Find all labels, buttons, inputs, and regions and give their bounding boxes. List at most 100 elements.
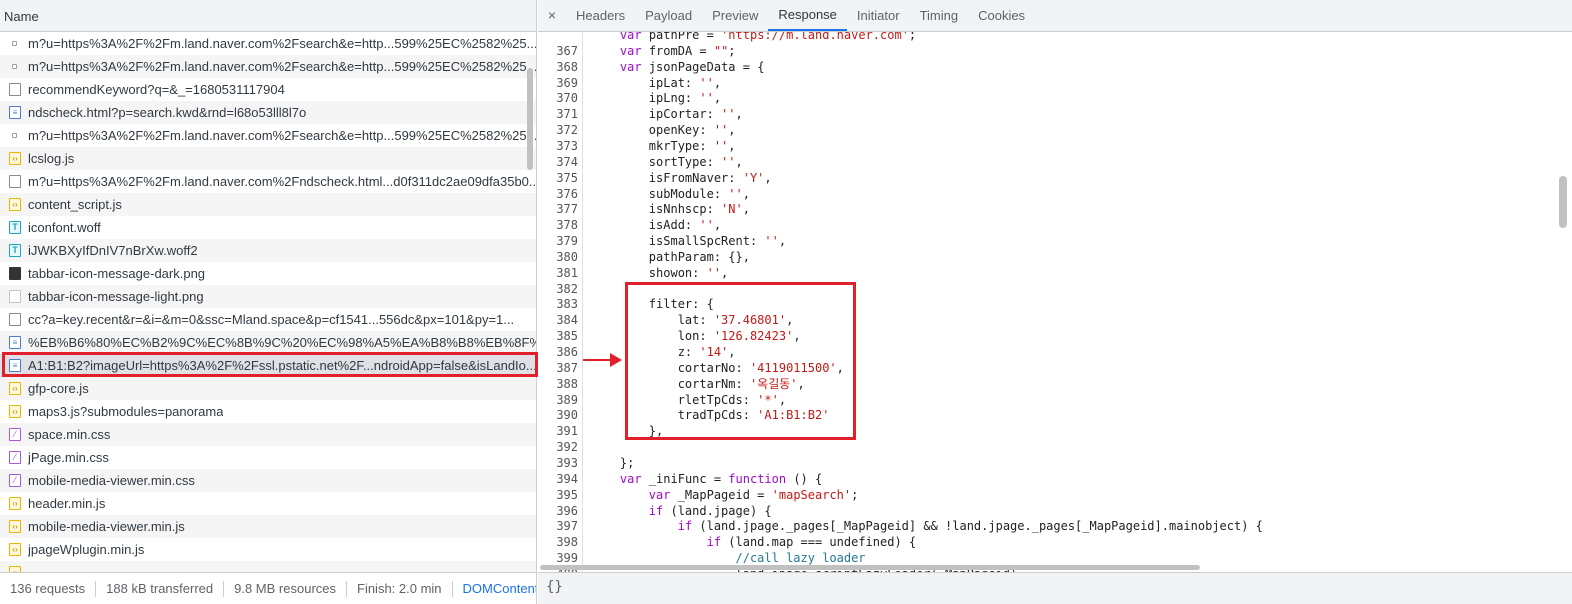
request-row[interactable]: ⁄ space.min.css [0,423,536,446]
request-row[interactable]: cc?a=key.recent&r=&i=&m=0&ssc=Mland.spac… [0,308,536,331]
line-number: 377 [556,202,578,217]
request-row[interactable]: ⁄ mobile-media-viewer.min.css [0,469,536,492]
line-number: 372 [556,123,578,138]
line-number: 382 [556,281,578,296]
request-row[interactable]: ≡ %EB%B6%80%EC%B2%9C%EC%8B%9C%20%EC%98%A5… [0,331,536,354]
name-column-header[interactable]: Name [0,0,536,32]
tab-cookies[interactable]: Cookies [968,0,1035,31]
request-name: gfp-core.js [28,381,89,396]
js-icon: ‹› [9,497,21,510]
line-number: 369 [556,75,578,90]
request-row[interactable]: m?u=https%3A%2F%2Fm.land.naver.com%2Fnds… [0,170,536,193]
request-row[interactable]: tabbar-icon-message-dark.png [0,262,536,285]
request-row[interactable]: ‹› gfp-core.js [0,377,536,400]
line-number: 373 [556,138,578,153]
line-number: 397 [556,519,578,534]
request-row[interactable]: tabbar-icon-message-light.png [0,285,536,308]
request-row[interactable]: ‹› maps3.js?submodules=panorama [0,400,536,423]
line-number: 398 [556,535,578,550]
font-icon: T [9,221,21,234]
font-icon: T [9,244,21,257]
code-horizontal-scrollbar[interactable] [540,565,1200,570]
details-tabs: Headers Payload Preview Response Initiator Ti… [566,0,1035,31]
request-row[interactable]: m?u=https%3A%2F%2Fm.land.naver.com%2Fsea… [0,55,536,78]
line-number: 379 [556,234,578,249]
request-name: mobile-media-viewer.min.css [28,473,195,488]
line-number: 371 [556,107,578,122]
request-name: cc?a=key.recent&r=&i=&m=0&ssc=Mland.spac… [28,312,515,327]
request-name: space.min.css [28,427,111,442]
response-code-view[interactable]: var pathPre = 'https://m.land.naver.com'… [538,32,1560,572]
line-number: 374 [556,154,578,169]
finish-time: Finish: 2.0 min [347,580,453,597]
close-icon[interactable]: × [538,0,566,31]
tab-headers[interactable]: Headers [566,0,635,31]
line-source: ipLat: '', [591,75,722,90]
request-row[interactable]: m?u=https%3A%2F%2Fm.land.naver.com%2Fsea… [0,124,536,147]
tab-response[interactable]: Response [768,0,847,31]
tab-payload[interactable]: Payload [635,0,702,31]
request-row[interactable]: m?u=https%3A%2F%2Fm.land.naver.com%2Fsea… [0,32,536,55]
tab-initiator[interactable]: Initiator [847,0,910,31]
line-number: 386 [556,345,578,359]
line-number: 380 [556,249,578,264]
line-source: var fromDA = ""; [619,43,736,58]
line-source: if (land.jpage._pages[_MapPageid] && !la… [677,519,1263,534]
line-source: var _iniFunc = function () { [619,471,823,486]
request-name: header.min.js [28,496,106,511]
line-source: pathParam: {}, [591,249,750,264]
doc-blue-icon: ≡ [9,106,21,119]
request-row[interactable]: ‹› mobile-media-viewer.min.js [0,515,536,538]
request-row[interactable]: TiJWKBXyIfDnIV7nBrXw.woff2 [0,239,536,262]
js-icon: ‹› [9,152,21,165]
line-number: 394 [556,471,578,486]
request-row[interactable]: ‹› content_script.js [0,193,536,216]
line-number: 370 [556,91,578,106]
line-source: subModule: '', [591,186,750,201]
line-source: isFromNaver: 'Y', [591,170,772,185]
request-name: ndscheck.html?p=search.kwd&rnd=l68o53lll… [28,105,307,120]
request-row[interactable]: ⁄ jPage.min.css [0,446,536,469]
line-source: isSmallSpcRent: '', [591,234,787,249]
request-row[interactable]: ‹› jpageWplugin.min.js [0,538,536,561]
line-source: openKey: '', [591,123,736,138]
line-source: if (land.map === undefined) { [706,535,917,550]
request-row[interactable]: Ticonfont.woff [0,216,536,239]
doc-icon [9,83,21,96]
request-count: 136 requests [0,580,97,597]
request-list: m?u=https%3A%2F%2Fm.land.naver.com%2Fsea… [0,32,536,572]
request-row[interactable]: ≡ ndscheck.html?p=search.kwd&rnd=l68o53ll… [0,101,536,124]
request-row[interactable]: ‹› header.min.js [0,492,536,515]
css-icon: ⁄ [9,428,21,441]
tab-preview[interactable]: Preview [702,0,768,31]
request-name: mobile-media-viewer.min.js [28,519,185,534]
dot-icon [12,41,17,46]
line-source: isAdd: '', [591,218,722,233]
details-tabbar: × Headers Payload Preview Response Initiator… [538,0,1572,32]
js-icon: ‹› [9,382,21,395]
line-number: 367 [556,43,578,58]
line-number: 390 [556,408,578,423]
line-number: 381 [556,265,578,280]
css-icon: ⁄ [9,474,21,487]
request-name: %EB%B6%80%EC%B2%9C%EC%8B%9C%20%EC%98%A5%… [28,335,536,350]
img-light-icon [9,290,21,303]
doc-icon [9,175,21,188]
line-number: 399 [556,551,578,566]
domcontent-time: DOMContent [462,580,536,596]
dot-icon [12,133,17,138]
pretty-print-button[interactable]: {} [546,579,563,595]
request-details-panel: × Headers Payload Preview Response Initiator… [538,0,1572,604]
request-row[interactable]: ‹› lcslog.js [0,147,536,170]
line-source: ipCortar: '', [591,107,743,122]
line-number: 378 [556,218,578,233]
tab-timing[interactable]: Timing [910,0,969,31]
request-name: m?u=https%3A%2F%2Fm.land.naver.com%2Fsea… [28,59,536,74]
request-list-scrollbar[interactable] [527,68,533,170]
request-row[interactable]: recommendKeyword?q=&_=1680531117904 [0,78,536,101]
line-source: showon: '', [591,265,729,280]
request-row[interactable]: ‹› [0,561,536,572]
line-source: var jsonPageData = { [619,59,765,74]
filter-block-highlight [625,282,856,440]
code-vertical-scrollbar[interactable] [1559,176,1567,228]
